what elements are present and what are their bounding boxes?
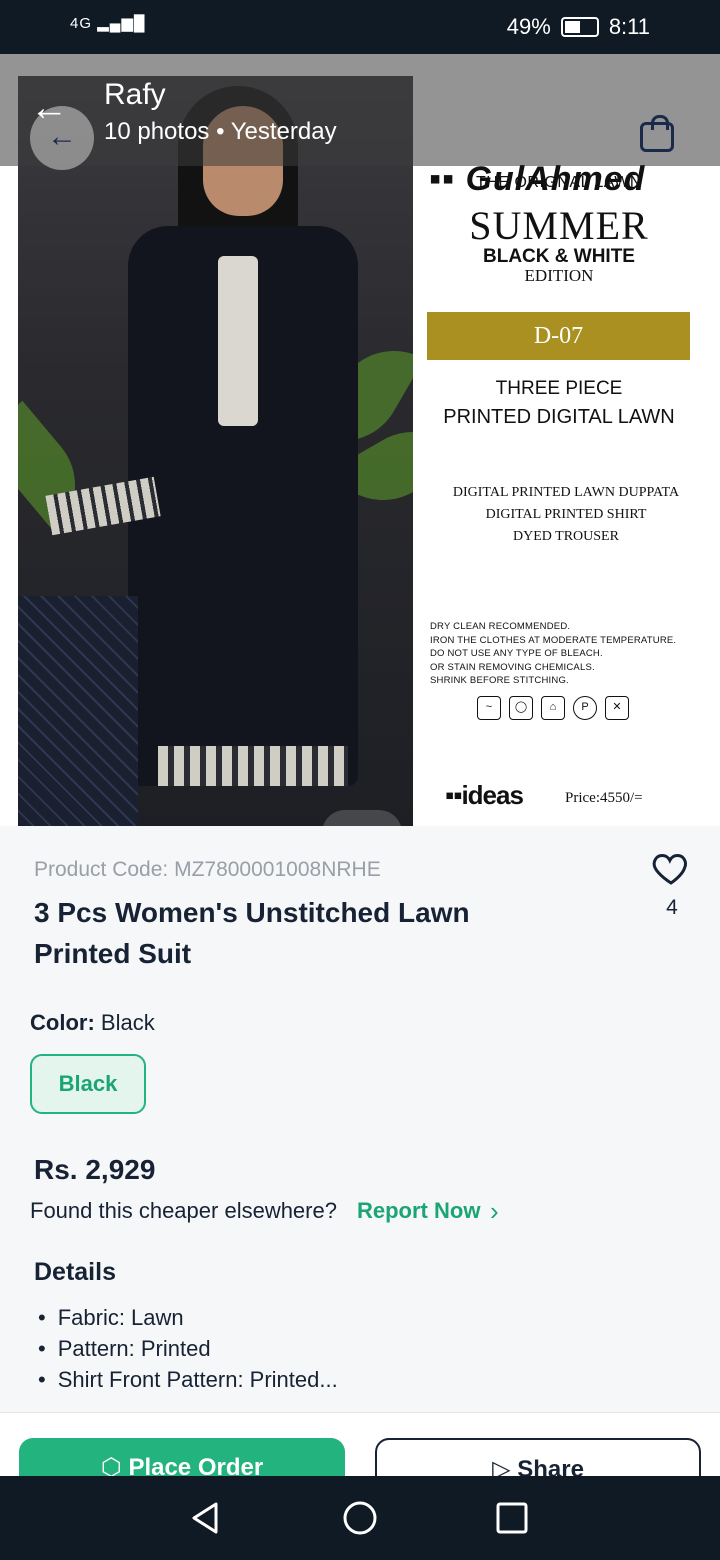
home-icon[interactable] (342, 1500, 378, 1536)
product-code: Product Code: MZ7800001008NRHE (34, 858, 381, 881)
share-icon: ▷ (492, 1456, 511, 1476)
back-icon[interactable] (188, 1500, 224, 1536)
place-order-button[interactable]: ⬡ Place Order (19, 1438, 345, 1476)
battery-icon (560, 17, 599, 37)
no-bleach-icon: ✕ (605, 696, 629, 720)
iron-icon: ⌂ (541, 696, 565, 720)
retailer-logo: ▪▪ideas (445, 780, 524, 810)
collection-subtitle: BLACK & WHITE (483, 246, 635, 267)
details-list: Fabric: Lawn Pattern: Printed Shirt Fron… (38, 1302, 338, 1395)
detail-item: Shirt Front Pattern: Printed... (38, 1364, 338, 1395)
color-label: Color: Black (30, 1010, 155, 1035)
dry-clean-icon: P (573, 696, 597, 720)
product-image-gallery[interactable]: ▪▪ GulAhmed THE ORIGNAL LAWN SUMMER BLAC… (0, 54, 720, 826)
sender-name: Rafy (104, 78, 166, 111)
recents-icon[interactable] (494, 1500, 530, 1536)
components-list: DIGITAL PRINTED LAWN DUPPATA DIGITAL PRI… (452, 485, 680, 544)
piece-count: THREE PIECE (495, 378, 623, 399)
box-icon: ⬡ (100, 1454, 122, 1476)
detail-item: Fabric: Lawn (38, 1302, 338, 1333)
product-details-section: Product Code: MZ7800001008NRHE 3 Pcs Wom… (0, 826, 720, 1412)
collection-name: SUMMER (469, 203, 649, 248)
fabric-type: PRINTED DIGITAL LAWN (443, 406, 675, 428)
status-bar: 4G ▂▄▆█ 49% 8:11 (0, 0, 720, 54)
like-count: 4 (666, 896, 678, 919)
color-option-black[interactable]: Black (30, 1054, 146, 1114)
clock: 8:11 (608, 14, 650, 39)
product-price: Rs. 2,929 (34, 1154, 156, 1185)
viewer-back-button[interactable]: ← (30, 88, 68, 128)
care-symbols: ~ ◯ ⌂ P ✕ (477, 696, 629, 720)
share-button[interactable]: ▷ Share (375, 1438, 701, 1476)
detail-item: Pattern: Printed (38, 1333, 338, 1364)
carousel-indicator[interactable] (322, 810, 402, 826)
photo-meta: 10 photos • Yesterday (104, 118, 337, 145)
arrow-left-icon: ← (30, 87, 68, 129)
price-tag-image: Price:4550/= (565, 790, 643, 806)
battery-percent: 49% (506, 14, 551, 39)
design-code-banner: D-07 (427, 312, 690, 360)
wash-icon: ~ (477, 696, 501, 720)
heart-icon[interactable] (651, 848, 691, 888)
action-bar: ⬡ Place Order ▷ Share (0, 1412, 720, 1476)
details-heading: Details (34, 1258, 116, 1286)
chevron-right-icon[interactable]: › (490, 1196, 499, 1227)
signal-icon: 4G ▂▄▆█ (70, 15, 146, 32)
product-info-card-image: ▪▪ GulAhmed THE ORIGNAL LAWN SUMMER BLAC… (413, 76, 720, 826)
tagline: THE ORIGNAL LAWN (476, 174, 642, 191)
system-nav-bar (0, 1476, 720, 1560)
report-now-link[interactable]: Report Now (357, 1198, 480, 1224)
shopping-bag-icon[interactable] (640, 115, 674, 152)
edition-label: EDITION (524, 266, 594, 285)
tumble-dry-icon: ◯ (509, 696, 533, 720)
care-instructions: DRY CLEAN RECOMMENDED. IRON THE CLOTHES … (430, 621, 677, 686)
product-title: 3 Pcs Women's Unstitched Lawn Printed Su… (34, 897, 470, 969)
cheaper-prompt: Found this cheaper elsewhere? (30, 1198, 337, 1223)
model-photo (18, 76, 413, 826)
